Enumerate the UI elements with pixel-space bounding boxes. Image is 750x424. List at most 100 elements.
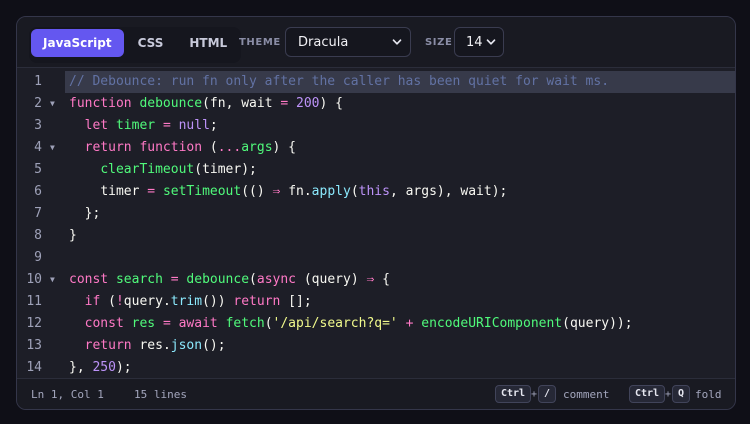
code-token: encodeURIComponent <box>421 316 563 331</box>
code-line[interactable]: 5 clearTimeout(timer); <box>17 159 735 181</box>
code-token: ); <box>491 184 508 199</box>
code-token: ); <box>115 360 132 375</box>
code-token: { <box>374 272 390 287</box>
fold-arrow-icon[interactable]: ▼ <box>50 272 55 288</box>
code-line[interactable]: 9 <box>17 247 735 269</box>
code-token: search <box>115 272 163 287</box>
code-token: return <box>84 338 132 353</box>
comment-shortcut-label: comment <box>563 388 610 401</box>
code-line[interactable]: 7 }; <box>17 203 735 225</box>
code-token: const <box>84 316 124 331</box>
code-token: ( <box>264 316 273 331</box>
line-number: 1 <box>34 74 42 89</box>
code-line[interactable]: 3 let timer = null; <box>17 115 735 137</box>
code-line[interactable]: 11 if (!query.trim()) return []; <box>17 291 735 313</box>
code-token: ( <box>249 272 257 287</box>
code-token: ( <box>562 316 570 331</box>
code-token: = <box>147 184 156 199</box>
code-line[interactable]: 13 return res.json(); <box>17 335 735 357</box>
tab-html[interactable]: HTML <box>177 29 239 57</box>
code-line-content: function debounce(fn, wait = 200) { <box>65 93 735 115</box>
code-token: null <box>178 118 210 133</box>
code-line-content: }; <box>65 203 735 225</box>
font-size-value: 14 <box>466 34 483 50</box>
code-token: . <box>162 294 171 309</box>
code-token: timer <box>202 162 242 177</box>
code-line[interactable]: 2 ▼ function debounce(fn, wait = 200) { <box>17 93 735 115</box>
code-token: (); <box>202 338 226 353</box>
line-number: 10 <box>26 272 42 287</box>
fold-arrow-icon[interactable]: ▼ <box>50 140 55 156</box>
code-token: } <box>69 228 77 243</box>
kbd-plus: + <box>665 389 672 400</box>
code-token: []; <box>280 294 312 309</box>
code-token: ) { <box>272 140 297 155</box>
code-token: clearTimeout <box>100 162 195 177</box>
status-bar: Ln 1, Col 1 15 lines Ctrl + / comment Ct… <box>17 378 735 409</box>
kbd-slash: / <box>538 385 557 403</box>
code-area[interactable]: 1 // Debounce: run fn only after the call… <box>17 68 735 378</box>
code-line[interactable]: 6 timer = setTimeout(() ⇒ fn.apply(this,… <box>17 181 735 203</box>
code-token: wait <box>241 96 273 111</box>
code-token: fn <box>209 96 226 111</box>
code-line-content: return function (...args) { <box>65 137 735 159</box>
language-tabs: JavaScript CSS HTML <box>29 27 242 63</box>
tab-javascript[interactable]: JavaScript <box>31 29 124 57</box>
theme-select[interactable]: Dracula <box>285 27 411 57</box>
code-token: ( <box>350 184 359 199</box>
code-line[interactable]: 8} <box>17 225 735 247</box>
code-token: ; <box>209 118 218 133</box>
code-token: 250 <box>92 360 116 375</box>
code-token: res <box>131 316 156 331</box>
code-token: json <box>170 338 203 353</box>
code-token: timer <box>115 118 156 133</box>
code-token: ()) <box>202 294 234 309</box>
code-token: await <box>178 316 218 331</box>
code-line[interactable]: 1 // Debounce: run fn only after the call… <box>17 71 735 93</box>
code-token: )); <box>609 316 633 331</box>
code-line-content: // Debounce: run fn only after the calle… <box>65 71 735 93</box>
code-line[interactable]: 10 ▼ const search = debounce(async (query)… <box>17 269 735 291</box>
tab-css[interactable]: CSS <box>126 29 176 57</box>
code-token: query <box>569 316 610 331</box>
line-number: 9 <box>34 250 42 265</box>
code-token: function <box>139 140 203 155</box>
code-line[interactable]: 4 ▼ return function (...args) { <box>17 137 735 159</box>
code-token: function <box>69 96 132 111</box>
code-token: ! <box>115 294 124 309</box>
code-token: let <box>84 118 109 133</box>
code-line[interactable]: 14}, 250); <box>17 357 735 379</box>
code-token: = <box>162 316 171 331</box>
code-line-content: const res = await fetch('/api/search?q='… <box>65 313 735 335</box>
code-token: args <box>405 184 437 199</box>
code-token: . <box>162 338 171 353</box>
chevron-down-icon <box>486 39 496 45</box>
theme-select-value: Dracula <box>298 34 349 50</box>
code-token: fetch <box>225 316 265 331</box>
code-token: , <box>389 184 406 199</box>
code-token: ( <box>202 96 210 111</box>
fold-arrow-icon[interactable]: ▼ <box>50 96 55 112</box>
kbd-q: Q <box>672 385 691 403</box>
code-token: const <box>69 272 109 287</box>
code-token: (() <box>241 184 273 199</box>
editor-toolbar: JavaScript CSS HTML THEME Dracula SIZE 1… <box>17 17 735 68</box>
font-size-select[interactable]: 14 <box>454 27 504 57</box>
code-token: ); <box>241 162 257 177</box>
code-token: trim <box>170 294 203 309</box>
code-line[interactable]: 12 const res = await fetch('/api/search?… <box>17 313 735 335</box>
code-token: timer <box>100 184 140 199</box>
code-token: this <box>358 184 390 199</box>
